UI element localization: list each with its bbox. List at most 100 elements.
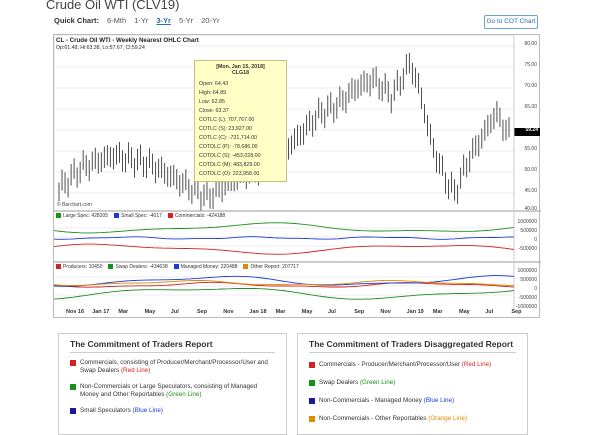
red-square-icon [309,362,315,368]
chart-attribution: © Barchart.com [57,202,92,208]
x-axis-label: Sep [197,309,208,315]
x-axis-label: Jan 19 [406,309,424,315]
x-axis-label: Jul [485,309,494,315]
small-spec-label: Small Spec: -4017 [121,213,162,219]
green-square-icon [309,380,315,386]
x-axis-label: Mar [118,309,129,315]
tooltip-line: COTDLC (O): 223,958.00 [199,171,260,177]
x-axis-label: Jan 18 [249,309,267,315]
cot2-tick: -500000 [518,295,537,301]
cot-disagg-item-swap: Swap Dealers (Green Line) [309,379,514,387]
x-axis: Nov 16 Jan 17 Mar May Jul Sep Nov Jan 18 Mar May J… [54,309,521,319]
blue-square-icon [309,398,315,404]
price-tooltip: [Mon. Jan 15, 2018] CLG18 Open: 64.43 Hi… [194,60,287,182]
commercials-swatch [167,213,173,218]
cot-item-text: Commercials - Producer/Merchant/Processo… [319,361,461,368]
cot-item-tag: (Red Line) [120,367,151,374]
cot-disagg-legend: Producers: 10450 Swap Dealers: -434638 M… [56,264,299,270]
cot-disagg-box: The Commitment of Traders Disaggregated … [297,333,528,435]
tooltip-line: COTLC (L): 707,767.00 [199,117,255,123]
quick-chart-label: Quick Chart: [54,16,100,25]
tooltip-line: Low: 62.85 [199,99,225,105]
x-axis-label: Mar [432,309,443,315]
commercials-label: Commercials: -424188 [174,213,226,219]
cot2-tick: 500000 [520,277,537,283]
cot-item-text: Non-Commercials - Managed Money [319,397,422,404]
cot-disagg-item-other: Non-Commercials - Other Reportables (Ora… [309,415,514,423]
tooltip-line: Open: 64.43 [199,81,229,87]
cot-item-text: Commercials, consisting of Producer/Merc… [80,359,268,374]
x-axis-label: Nov 16 [66,309,85,315]
cot-item-noncommercials: Non-Commercials or Large Speculators, co… [70,383,275,399]
cot-item-tag: (Blue Line) [423,397,455,404]
quick-link-20yr[interactable]: 20-Yr [201,16,219,25]
producers-swatch [56,264,61,269]
cot-item-tag: (Red Line) [461,361,492,368]
tooltip-line: COTLC (S): 23,927.00 [199,126,252,132]
x-axis-label: Jan 17 [92,309,110,315]
price-tick: 50.00 [524,167,537,173]
cot-disagg-item-managed: Non-Commercials - Managed Money (Blue Li… [309,397,514,405]
x-axis-label: Nov [380,309,391,315]
quick-link-3yr[interactable]: 3-Yr [156,16,171,25]
price-chart[interactable]: CL - Crude Oil WTI - Weekly Nearest OHLC… [53,34,541,319]
large-spec-label: Large Spec: 428205 [63,213,109,219]
cot-disagg-title: The Commitment of Traders Disaggregated … [309,339,514,349]
price-tick: 75.00 [524,62,537,68]
producers-label: Producers: 10450 [63,264,103,270]
cot1-tick: 0 [534,237,537,243]
cot-item-commercials: Commercials, consisting of Producer/Merc… [70,359,275,375]
price-tick: 70.00 [524,83,537,89]
cot2-tick: 0 [534,286,537,292]
x-axis-label: May [144,309,156,315]
x-axis-label: Jul [328,309,336,315]
red-square-icon [70,360,76,366]
large-spec-swatch [56,213,61,218]
price-tick: 40.00 [524,206,537,212]
price-tick: 55.00 [524,146,537,152]
small-spec-swatch [114,213,120,218]
price-tick: 65.00 [524,104,537,110]
x-axis-label: Sep [511,309,522,315]
x-axis-label: Nov [223,309,234,315]
price-tick: 80.00 [524,41,537,47]
quick-link-5yr[interactable]: 5-Yr [179,16,193,25]
cot-item-tag: (Green Line) [166,391,202,398]
cot-item-text: Non-Commercials - Other Reportables [319,415,427,422]
x-axis-label: Jul [170,309,179,315]
green-square-icon [70,384,76,390]
tooltip-line: High: 64.89 [199,90,227,96]
cot1-tick: -500000 [518,246,537,252]
tooltip-line: Close: 63.37 [199,108,229,114]
managed-money-label: Managed Money: 220488 [180,264,238,270]
cot-report-box: The Commitment of Traders Report Commerc… [58,333,287,435]
cot-legend: Large Spec: 428205 Small Spec: -4017 Com… [56,213,225,219]
cot-item-small-spec: Small Speculators (Blue Line) [70,407,275,415]
other-report-swatch [243,264,249,269]
tooltip-symbol: CLG18 [231,70,250,76]
blue-square-icon [70,408,76,414]
quick-link-6mth[interactable]: 6-Mth [107,16,126,25]
swap-dealers-swatch [108,264,114,269]
cot1-tick: 500000 [520,228,537,234]
tooltip-line: COTLC (C): -731,714.00 [199,135,257,141]
x-axis-label: May [301,309,313,315]
quick-chart-bar: Quick Chart: 6-Mth 1-Yr 3-Yr 5-Yr 20-Yr [54,16,219,25]
go-to-cot-chart-button[interactable]: Go to COT Chart [484,15,538,29]
quick-link-1yr[interactable]: 1-Yr [134,16,148,25]
other-report-label: Other Report: 207717 [250,264,299,270]
tooltip-line: COTDLC (P): -78,686.00 [199,144,258,150]
cot2-tick: 1000000 [517,268,537,274]
cot-item-text: Swap Dealers [319,379,359,386]
cot-report-title: The Commitment of Traders Report [70,339,213,349]
swap-dealers-label: Swap Dealers: -434638 [115,264,168,270]
cot-item-tag: (Orange Line) [428,415,468,422]
price-tick: 45.00 [524,188,537,194]
x-axis-label: Mar [275,309,286,315]
chart-canvas [54,35,541,309]
cot1-tick: 1000000 [517,219,537,225]
x-axis-label: May [459,309,470,315]
orange-square-icon [309,416,315,422]
last-price-label: 59.24 [525,127,538,133]
tooltip-line: COTDLC (S): -453,028.00 [199,153,261,159]
